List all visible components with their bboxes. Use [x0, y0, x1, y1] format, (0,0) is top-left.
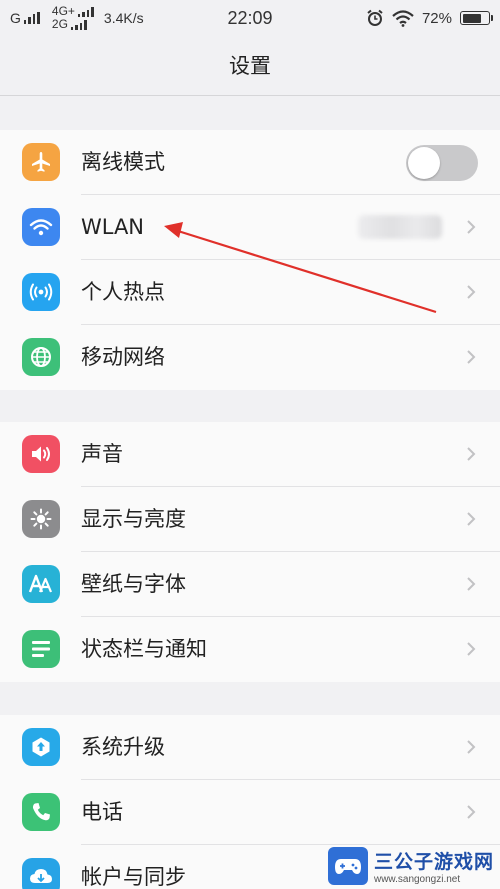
settings-item-statusbar-notifications[interactable]: 状态栏与通知 — [0, 617, 500, 682]
battery-icon — [460, 11, 493, 25]
watermark-url: www.sangongzi.net — [373, 874, 461, 885]
airplane-icon — [22, 143, 60, 181]
settings-group-connectivity: 离线模式 WLAN 个人热点 移动网络 — [0, 130, 500, 390]
chevron-right-icon — [467, 447, 476, 461]
gamepad-logo-icon — [327, 847, 368, 885]
settings-item-label: 显示与亮度 — [81, 507, 186, 531]
chevron-right-icon — [467, 577, 476, 591]
watermark-title: 三公子游戏网 — [373, 851, 494, 873]
phone-icon — [22, 793, 60, 831]
header: 设置 — [0, 36, 500, 96]
alarm-clock-icon — [367, 9, 383, 26]
settings-item-wallpaper-font[interactable]: 壁纸与字体 — [0, 552, 500, 617]
settings-item-label: WLAN — [81, 215, 145, 239]
chevron-right-icon — [467, 805, 476, 819]
chevron-right-icon — [467, 220, 476, 234]
settings-item-phone[interactable]: 电话 — [0, 780, 500, 845]
brightness-icon — [22, 500, 60, 538]
font-icon — [22, 565, 60, 603]
settings-item-label: 状态栏与通知 — [81, 637, 207, 661]
settings-item-label: 离线模式 — [81, 150, 165, 174]
settings-item-label: 电话 — [81, 800, 123, 824]
settings-item-label: 移动网络 — [81, 345, 165, 369]
battery-percent: 72% — [421, 9, 452, 27]
globe-icon — [22, 338, 60, 376]
settings-item-display-brightness[interactable]: 显示与亮度 — [0, 487, 500, 552]
settings-group-display: 声音 显示与亮度 壁纸与字体 状态栏与通知 — [0, 422, 500, 682]
watermark: 三公子游戏网 www.sangongzi.net — [327, 847, 494, 885]
cloud-sync-icon — [22, 858, 60, 889]
upgrade-icon — [22, 728, 60, 766]
airplane-mode-toggle[interactable] — [406, 145, 478, 181]
hotspot-icon — [22, 273, 60, 311]
chevron-right-icon — [467, 512, 476, 526]
chevron-right-icon — [467, 740, 476, 754]
notification-list-icon — [22, 630, 60, 668]
chevron-right-icon — [467, 350, 476, 364]
chevron-right-icon — [467, 285, 476, 299]
settings-item-system-upgrade[interactable]: 系统升级 — [0, 715, 500, 780]
settings-item-sound[interactable]: 声音 — [0, 422, 500, 487]
wifi-status-icon — [392, 9, 414, 27]
settings-item-label: 帐户与同步 — [81, 865, 186, 889]
settings-item-label: 声音 — [81, 442, 123, 466]
wifi-icon — [22, 208, 60, 246]
speaker-icon — [22, 435, 60, 473]
settings-item-wlan[interactable]: WLAN — [0, 195, 500, 260]
status-bar: G 4G+ 2G 3.4K/s 22:09 72% — [0, 0, 500, 36]
settings-item-mobile-network[interactable]: 移动网络 — [0, 325, 500, 390]
page-title: 设置 — [229, 54, 271, 78]
settings-item-airplane-mode[interactable]: 离线模式 — [0, 130, 500, 195]
settings-item-label: 壁纸与字体 — [81, 572, 186, 596]
chevron-right-icon — [467, 642, 476, 656]
settings-item-hotspot[interactable]: 个人热点 — [0, 260, 500, 325]
settings-item-label: 个人热点 — [81, 280, 165, 304]
connected-network-name-redacted — [358, 215, 442, 239]
settings-item-label: 系统升级 — [81, 735, 165, 759]
